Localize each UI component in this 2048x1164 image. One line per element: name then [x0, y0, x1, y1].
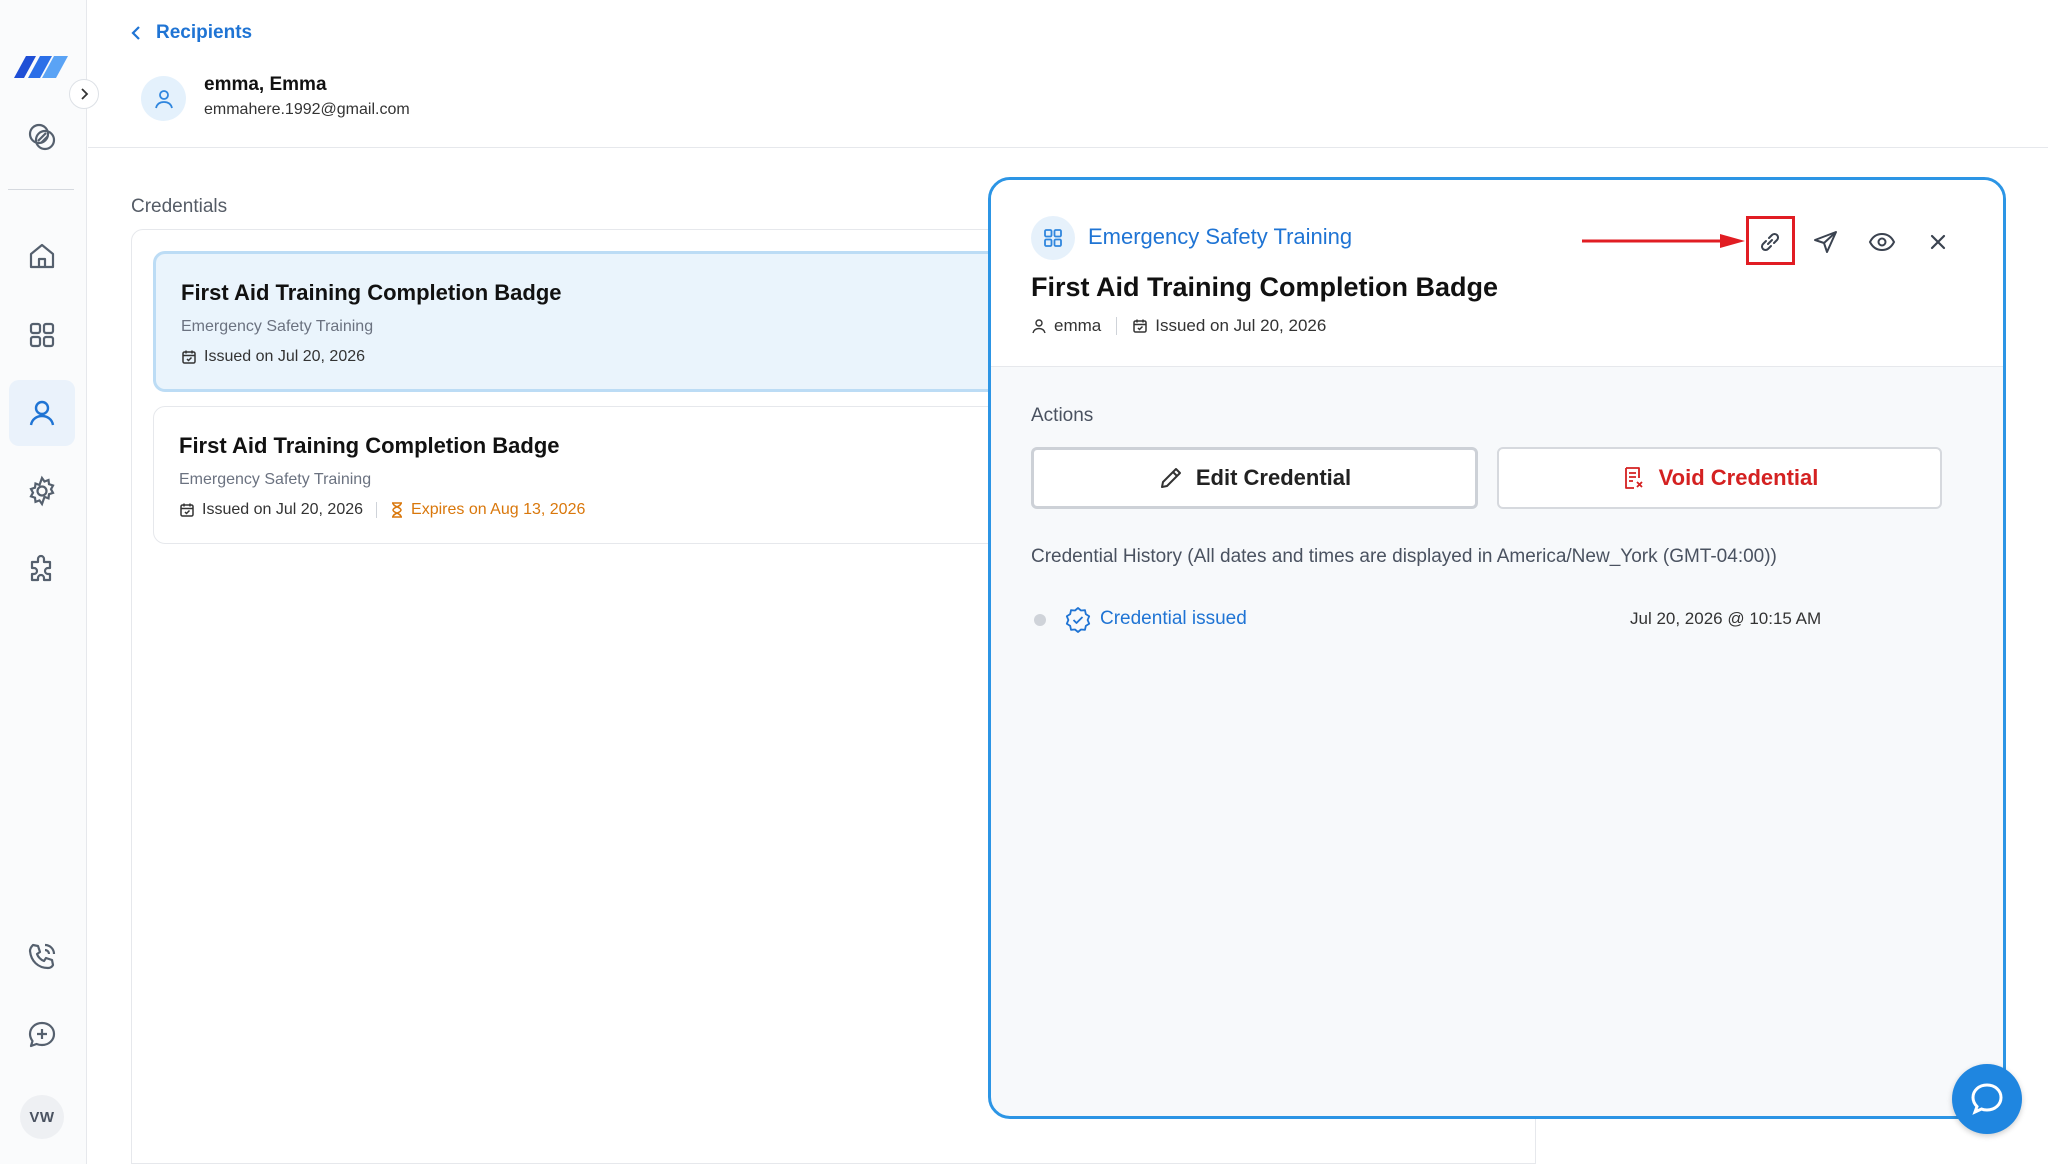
- chevron-right-icon: [81, 88, 89, 100]
- drawer-issued: Issued on Jul 20, 2026: [1155, 316, 1327, 335]
- edit-credential-button[interactable]: Edit Credential: [1031, 447, 1478, 509]
- credential-card[interactable]: First Aid Training Completion Badge Emer…: [153, 251, 1053, 392]
- history-row: Credential issued Jul 20, 2026 @ 10:15 A…: [1031, 605, 1831, 635]
- meta-separator: [376, 502, 378, 518]
- credentials-label: Credentials: [131, 196, 228, 217]
- recipient-name: emma, Emma: [204, 74, 327, 95]
- edit-credential-label: Edit Credential: [1195, 465, 1352, 490]
- close-button[interactable]: [1916, 220, 1960, 264]
- chat-plus-icon[interactable]: [19, 1012, 65, 1058]
- user-icon: [154, 89, 173, 108]
- annotation-arrow: [1582, 234, 1745, 248]
- puzzle-icon[interactable]: [19, 547, 65, 593]
- credential-meta: Issued on Jul 20, 2026 Expires on Aug 13…: [179, 501, 1027, 519]
- chat-bubble-icon: [1971, 1083, 2003, 1115]
- drawer-title: First Aid Training Completion Badge: [1031, 272, 1499, 302]
- group-icon: [1031, 216, 1075, 260]
- user-icon[interactable]: [9, 380, 75, 446]
- avatar-initials: VW: [29, 1108, 55, 1126]
- sidebar: VW: [0, 0, 87, 1164]
- credential-detail-drawer: Emergency Safety Training First Aid Trai…: [988, 177, 2006, 1119]
- copy-link-button[interactable]: [1748, 220, 1792, 264]
- drawer-meta: emma Issued on Jul 20, 2026: [1031, 316, 1326, 336]
- logo[interactable]: [12, 50, 70, 80]
- send-icon: [1814, 231, 1837, 253]
- grid-icon[interactable]: [19, 312, 65, 358]
- history-label: Credential History (All dates and times …: [1031, 546, 1777, 567]
- page-header: Recipients emma, Emma emmahere.1992@gmai…: [88, 0, 2048, 148]
- eye-icon: [1868, 232, 1896, 252]
- grid-icon: [1044, 229, 1062, 247]
- pencil-icon: [1160, 468, 1181, 488]
- overlap-circles-icon[interactable]: [19, 114, 65, 160]
- user-avatar[interactable]: VW: [20, 1095, 64, 1139]
- actions-label: Actions: [1031, 405, 1094, 426]
- link-icon: [1760, 232, 1780, 252]
- sidebar-divider: [8, 189, 74, 190]
- home-icon[interactable]: [19, 233, 65, 279]
- recipient-avatar: [141, 76, 186, 121]
- timeline-dot: [1034, 614, 1046, 626]
- history-date: Jul 20, 2026 @ 10:15 AM: [1630, 609, 1822, 628]
- credential-expires-text: Expires on Aug 13, 2026: [411, 501, 586, 518]
- credential-group: Emergency Safety Training: [179, 471, 372, 488]
- credential-card[interactable]: First Aid Training Completion Badge Emer…: [153, 406, 1053, 544]
- phone-icon[interactable]: [19, 934, 65, 980]
- preview-button[interactable]: [1860, 220, 1904, 264]
- breadcrumb[interactable]: Recipients: [130, 22, 252, 44]
- credential-issued: Issued on Jul 20, 2026: [204, 348, 366, 365]
- send-button[interactable]: [1804, 220, 1848, 264]
- verified-badge-icon: [1065, 607, 1091, 633]
- gear-icon[interactable]: [19, 468, 65, 514]
- drawer-recipient: emma: [1054, 316, 1102, 335]
- chat-support-button[interactable]: [1952, 1064, 2022, 1134]
- credential-title: First Aid Training Completion Badge: [179, 433, 560, 458]
- void-credential-label: Void Credential: [1658, 465, 1819, 490]
- calendar-icon: [1133, 319, 1147, 333]
- void-credential-button[interactable]: Void Credential: [1497, 447, 1942, 509]
- history-event[interactable]: Credential issued: [1100, 608, 1247, 630]
- calendar-icon: [180, 503, 194, 517]
- credential-meta: Issued on Jul 20, 2026: [181, 348, 1025, 366]
- recipient-email: emmahere.1992@gmail.com: [204, 101, 410, 118]
- close-icon: [1930, 234, 1946, 250]
- calendar-icon: [182, 350, 196, 364]
- credential-expires: Expires on Aug 13, 2026: [390, 501, 585, 519]
- chevron-left-icon: [131, 26, 140, 40]
- meta-separator: [1116, 317, 1118, 335]
- breadcrumb-recipients[interactable]: Recipients: [156, 22, 252, 44]
- credential-issued: Issued on Jul 20, 2026: [202, 501, 364, 518]
- credential-title: First Aid Training Completion Badge: [181, 280, 562, 305]
- drawer-header: Emergency Safety Training First Aid Trai…: [991, 180, 2003, 367]
- drawer-group-link[interactable]: Emergency Safety Training: [1088, 224, 1352, 250]
- void-document-icon: [1624, 467, 1643, 489]
- user-icon: [1032, 319, 1046, 334]
- credential-group: Emergency Safety Training: [181, 318, 374, 335]
- hourglass-icon: [392, 502, 403, 518]
- sidebar-expand-button[interactable]: [69, 79, 99, 109]
